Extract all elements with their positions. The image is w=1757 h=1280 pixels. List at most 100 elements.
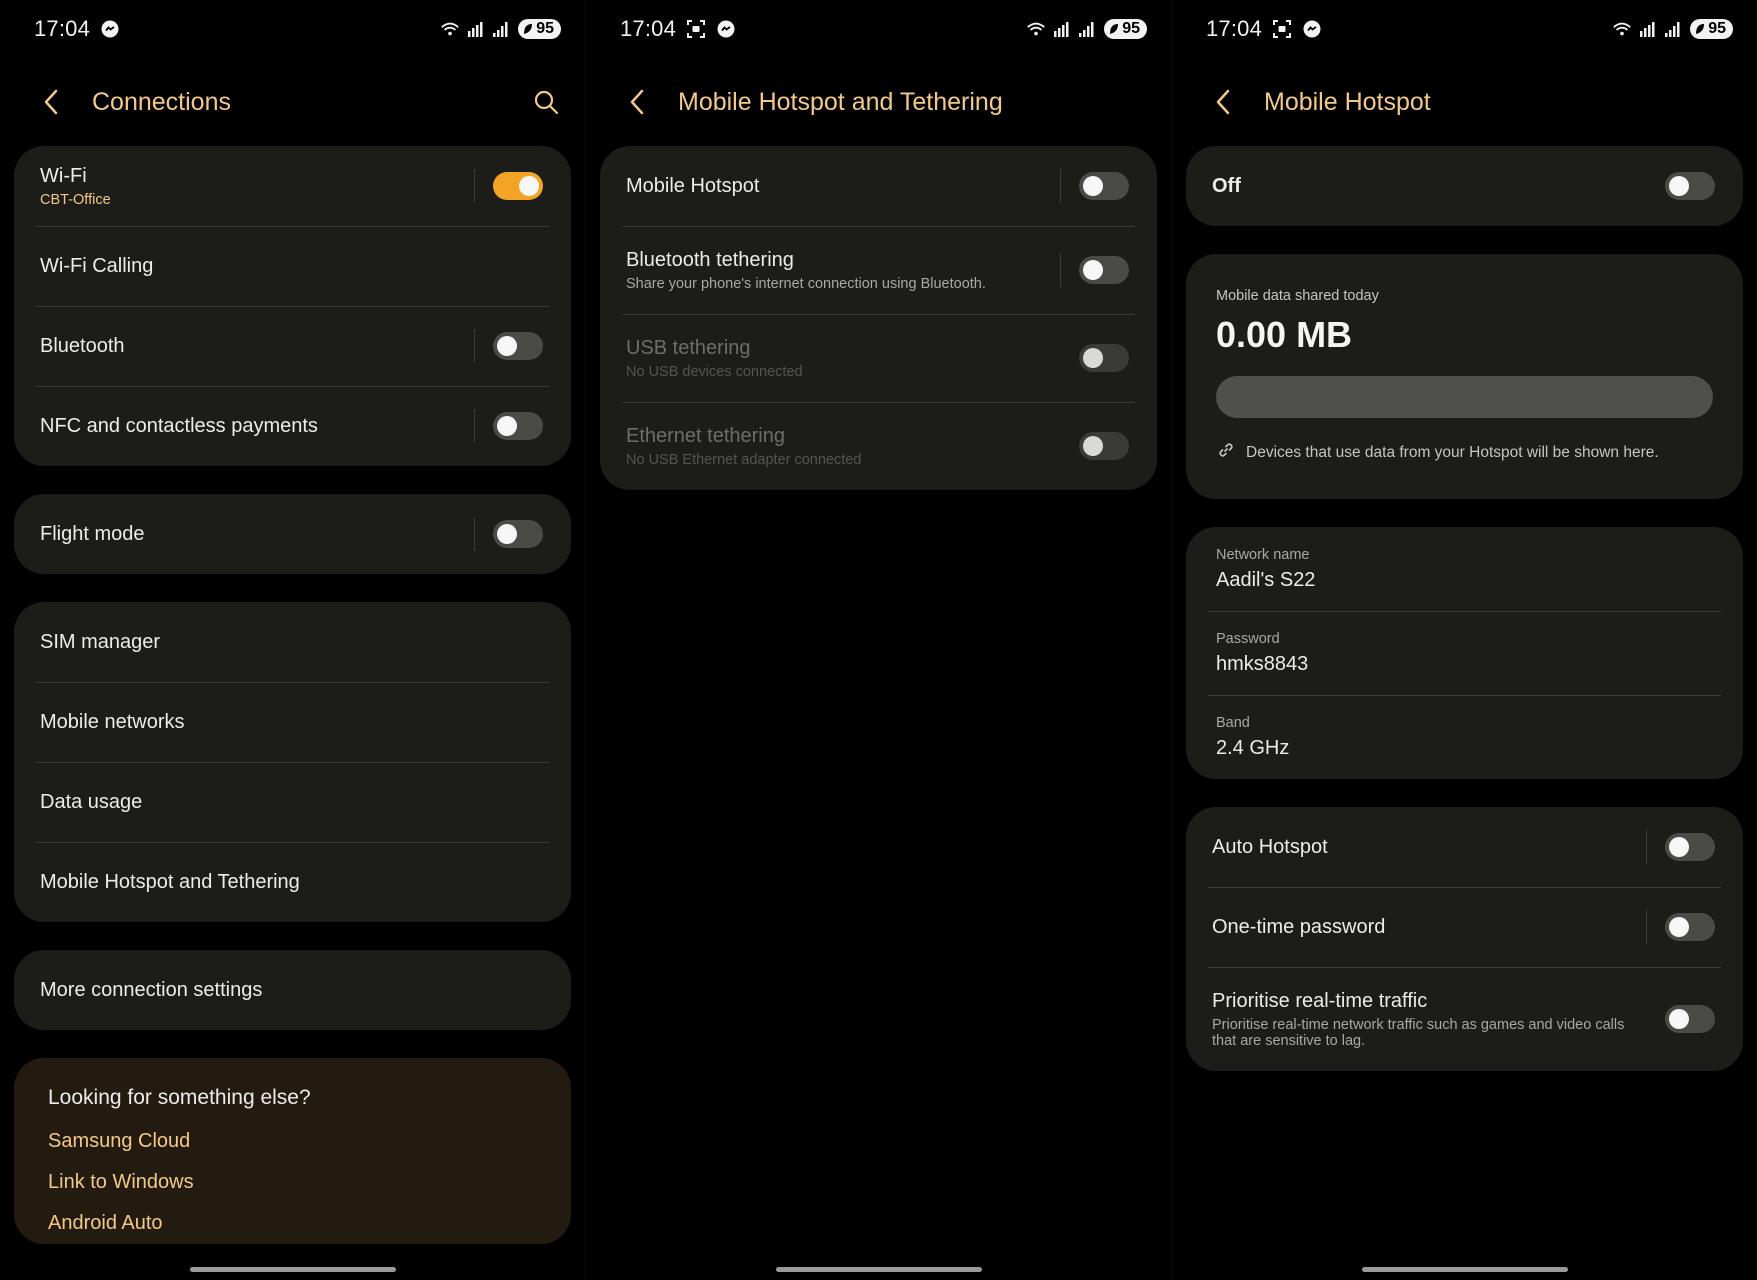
bluetooth-tethering-label: Bluetooth tethering	[626, 248, 794, 271]
card-more: More connection settings	[14, 950, 571, 1030]
band-value: 2.4 GHz	[1216, 737, 1290, 759]
wifi-signal-icon	[1026, 19, 1046, 39]
nfc-toggle[interactable]	[493, 412, 543, 440]
card-looking: Looking for something else? Samsung Clou…	[14, 1058, 571, 1244]
back-icon[interactable]	[1208, 87, 1238, 117]
cell-signal-icon	[1638, 19, 1658, 39]
usage-bar	[1216, 376, 1713, 418]
status-time: 17:04	[1206, 16, 1263, 41]
row-auto-hotspot[interactable]: Auto Hotspot	[1186, 807, 1743, 887]
auto-hotspot-toggle[interactable]	[1665, 833, 1715, 861]
divider	[474, 517, 475, 551]
card-flight: Flight mode	[14, 494, 571, 574]
divider	[474, 169, 475, 203]
card-wireless: Wi-Fi CBT-Office Wi-Fi Calling Bluetooth…	[14, 146, 571, 466]
page-title: Mobile Hotspot	[1264, 87, 1431, 116]
status-time: 17:04	[34, 16, 91, 41]
network-name-caption: Network name	[1216, 547, 1310, 563]
ethernet-tethering-label: Ethernet tethering	[626, 424, 785, 447]
wifi-toggle[interactable]	[493, 172, 543, 200]
row-master-switch[interactable]: Off	[1186, 146, 1743, 226]
bluetooth-toggle[interactable]	[493, 332, 543, 360]
band-caption: Band	[1216, 715, 1250, 731]
battery-level: 95	[536, 20, 554, 37]
row-wifi-calling[interactable]: Wi-Fi Calling	[14, 226, 571, 306]
app-bar: Connections	[0, 58, 585, 146]
divider	[1060, 169, 1061, 203]
prioritise-sub: Prioritise real-time network traffic suc…	[1212, 1016, 1625, 1049]
back-icon[interactable]	[622, 87, 652, 117]
back-icon[interactable]	[36, 87, 66, 117]
link-to-windows[interactable]: Link to Windows	[48, 1171, 541, 1194]
usage-amount: 0.00 MB	[1216, 314, 1353, 355]
row-usb-tethering: USB tethering No USB devices connected	[600, 314, 1157, 402]
network-name-value: Aadil's S22	[1216, 569, 1316, 591]
usb-tethering-label: USB tethering	[626, 336, 751, 359]
field-password[interactable]: Password hmks8843	[1186, 611, 1743, 695]
flight-mode-toggle[interactable]	[493, 520, 543, 548]
hotspot-tethering-label: Mobile Hotspot and Tethering	[40, 870, 300, 893]
gesture-bar[interactable]	[189, 1267, 396, 1272]
card-hotspot-options: Auto Hotspot One-time password Prioritis…	[1186, 807, 1743, 1071]
gesture-bar[interactable]	[1361, 1267, 1568, 1272]
screenshot-icon	[686, 19, 706, 39]
password-caption: Password	[1216, 631, 1280, 647]
looking-question: Looking for something else?	[48, 1086, 311, 1109]
row-flight-mode[interactable]: Flight mode	[14, 494, 571, 574]
link-samsung-cloud[interactable]: Samsung Cloud	[48, 1130, 541, 1153]
prioritise-toggle[interactable]	[1665, 1005, 1715, 1033]
gesture-bar[interactable]	[775, 1267, 982, 1272]
cell-signal-2-icon	[1664, 19, 1684, 39]
link-android-auto[interactable]: Android Auto	[48, 1212, 541, 1235]
nfc-label: NFC and contactless payments	[40, 414, 318, 437]
ethernet-tethering-sub: No USB Ethernet adapter connected	[626, 451, 862, 468]
auto-hotspot-label: Auto Hotspot	[1212, 835, 1328, 858]
usage-hint-text: Devices that use data from your Hotspot …	[1246, 443, 1659, 461]
row-nfc[interactable]: NFC and contactless payments	[14, 386, 571, 466]
wifi-signal-icon	[1612, 19, 1632, 39]
field-band[interactable]: Band 2.4 GHz	[1186, 695, 1743, 779]
row-mobile-networks[interactable]: Mobile networks	[14, 682, 571, 762]
row-mobile-hotspot[interactable]: Mobile Hotspot	[600, 146, 1157, 226]
row-more-settings[interactable]: More connection settings	[14, 950, 571, 1030]
usage-hint: Devices that use data from your Hotspot …	[1216, 440, 1713, 465]
status-time: 17:04	[620, 16, 677, 41]
mobile-hotspot-label: Mobile Hotspot	[626, 174, 760, 197]
row-data-usage[interactable]: Data usage	[14, 762, 571, 842]
divider	[474, 329, 475, 363]
master-switch-label: Off	[1212, 174, 1241, 197]
one-time-password-toggle[interactable]	[1665, 913, 1715, 941]
card-tethering: Mobile Hotspot Bluetooth tethering Share…	[600, 146, 1157, 490]
screen-connections: 17:04 95 Connections Wi-Fi CBT-Office Wi…	[0, 0, 585, 1280]
cell-signal-2-icon	[492, 19, 512, 39]
row-hotspot-tethering[interactable]: Mobile Hotspot and Tethering	[14, 842, 571, 922]
screenshot-icon	[1272, 19, 1292, 39]
wifi-calling-label: Wi-Fi Calling	[40, 254, 154, 277]
usage-caption: Mobile data shared today	[1216, 288, 1379, 304]
row-ethernet-tethering: Ethernet tethering No USB Ethernet adapt…	[600, 402, 1157, 490]
more-settings-label: More connection settings	[40, 978, 263, 1001]
search-icon[interactable]	[531, 87, 561, 117]
ethernet-tethering-toggle	[1079, 432, 1129, 460]
field-network-name[interactable]: Network name Aadil's S22	[1186, 527, 1743, 611]
prioritise-label: Prioritise real-time traffic	[1212, 989, 1428, 1012]
row-bluetooth-tethering[interactable]: Bluetooth tethering Share your phone's i…	[600, 226, 1157, 314]
bluetooth-tethering-toggle[interactable]	[1079, 256, 1129, 284]
row-sim-manager[interactable]: SIM manager	[14, 602, 571, 682]
app-bar: Mobile Hotspot	[1172, 58, 1757, 146]
row-one-time-password[interactable]: One-time password	[1186, 887, 1743, 967]
row-wifi[interactable]: Wi-Fi CBT-Office	[14, 146, 571, 226]
battery-level: 95	[1708, 20, 1726, 37]
cell-signal-icon	[1052, 19, 1072, 39]
mobile-hotspot-toggle[interactable]	[1079, 172, 1129, 200]
battery-indicator: 95	[1690, 19, 1733, 39]
link-icon	[1216, 440, 1236, 465]
master-switch-toggle[interactable]	[1665, 172, 1715, 200]
bluetooth-tethering-sub: Share your phone's internet connection u…	[626, 275, 986, 292]
status-bar: 17:04 95	[1172, 0, 1757, 58]
page-title: Connections	[92, 87, 231, 116]
row-bluetooth[interactable]: Bluetooth	[14, 306, 571, 386]
screen-mobile-hotspot: 17:04 95 Mobile Hotspot Off Mobile data …	[1171, 0, 1757, 1280]
wifi-network-name: CBT-Office	[40, 191, 111, 208]
row-prioritise-traffic[interactable]: Prioritise real-time traffic Prioritise …	[1186, 967, 1743, 1071]
